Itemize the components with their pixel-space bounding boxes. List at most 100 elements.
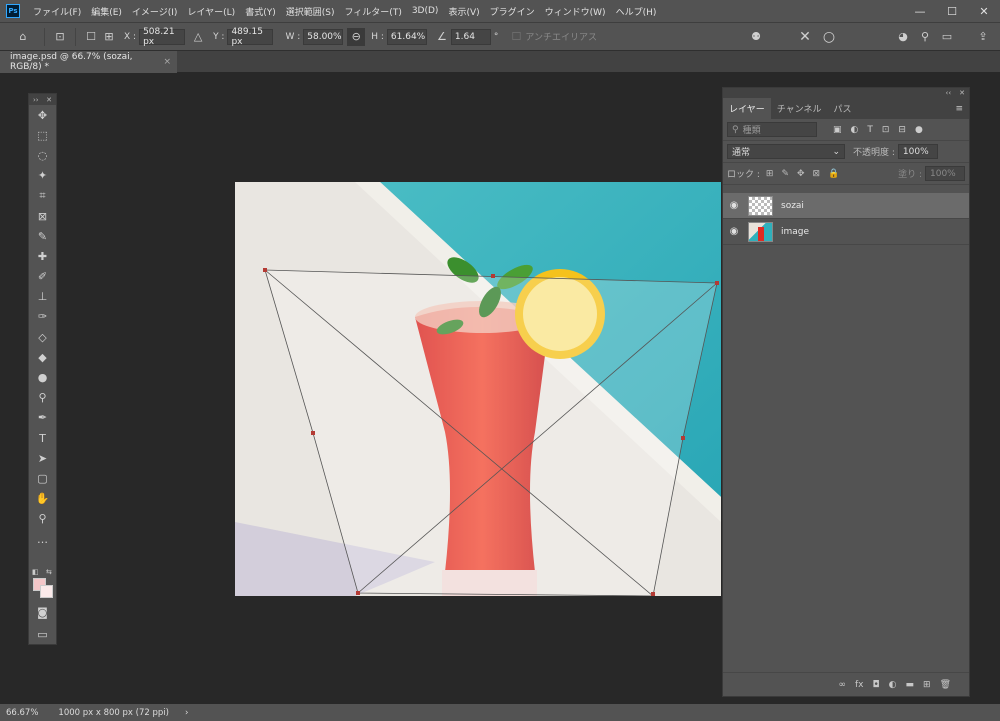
default-colors-icon[interactable]: ◧ xyxy=(32,568,39,576)
visibility-eye-icon[interactable]: ◉ xyxy=(723,200,745,211)
visibility-eye-icon[interactable]: ◉ xyxy=(723,226,745,237)
status-arrow-icon[interactable]: › xyxy=(185,708,188,718)
link-aspect-icon[interactable]: ⊖ xyxy=(347,27,366,46)
marquee-tool-icon[interactable]: ⬚ xyxy=(29,125,56,145)
minimize-button[interactable]: — xyxy=(904,0,936,22)
layer-kind-filter[interactable]: ⚲ 種類 xyxy=(727,122,817,137)
panel-menu-icon[interactable]: ≡ xyxy=(949,98,969,119)
menu-3d[interactable]: 3D(D) xyxy=(407,6,444,16)
tab-paths[interactable]: パス xyxy=(827,98,857,119)
menu-filter[interactable]: フィルター(T) xyxy=(339,5,406,18)
warp-icon[interactable]: ⚉ xyxy=(747,28,765,46)
pen-tool-icon[interactable]: ✒ xyxy=(29,408,56,428)
layer-row-sozai[interactable]: ◉ sozai xyxy=(723,193,969,219)
collapse-icon[interactable]: ‹‹ xyxy=(946,89,952,97)
lock-transparent-icon[interactable]: ⊞ xyxy=(766,169,774,179)
dodge-tool-icon[interactable]: ⚲ xyxy=(29,388,56,408)
tab-layers[interactable]: レイヤー xyxy=(723,98,771,119)
close-tab-icon[interactable]: × xyxy=(163,57,171,67)
brush-tool-icon[interactable]: ✐ xyxy=(29,267,56,287)
stamp-tool-icon[interactable]: ⊥ xyxy=(29,287,56,307)
menu-type[interactable]: 書式(Y) xyxy=(240,5,281,18)
more-tools-icon[interactable]: … xyxy=(29,529,56,549)
tab-channels[interactable]: チャンネル xyxy=(771,98,828,119)
menu-window[interactable]: ウィンドウ(W) xyxy=(540,5,611,18)
tools-panel-header[interactable]: ›› ✕ xyxy=(29,94,56,105)
reference-grid-icon[interactable]: ⊞ xyxy=(100,28,118,46)
opacity-input[interactable]: 100% xyxy=(897,144,938,159)
new-layer-icon[interactable]: ⊞ xyxy=(923,680,931,690)
eyedropper-tool-icon[interactable]: ✎ xyxy=(29,226,56,246)
blur-tool-icon[interactable]: ● xyxy=(29,367,56,387)
filter-type-icon[interactable]: T xyxy=(867,125,873,135)
h-input[interactable]: 61.64% xyxy=(386,28,427,45)
crop-tool-icon[interactable]: ⌗ xyxy=(29,186,56,206)
menu-select[interactable]: 選択範囲(S) xyxy=(281,5,340,18)
mask-icon[interactable]: ◘ xyxy=(873,680,880,690)
filter-toggle-icon[interactable]: ● xyxy=(915,125,923,135)
document-tab[interactable]: image.psd @ 66.7% (sozai, RGB/8) * × xyxy=(0,51,177,73)
frame-tool-icon[interactable]: ⊠ xyxy=(29,206,56,226)
close-panel-icon[interactable]: ✕ xyxy=(959,89,965,97)
delta-icon[interactable]: △ xyxy=(189,28,207,46)
workspace-icon[interactable]: ▭ xyxy=(938,28,956,46)
lock-artboard-icon[interactable]: ⊠ xyxy=(813,169,821,179)
lock-pixels-icon[interactable]: ✎ xyxy=(781,169,789,179)
magic-wand-tool-icon[interactable]: ✦ xyxy=(29,166,56,186)
menu-view[interactable]: 表示(V) xyxy=(443,5,484,18)
healing-tool-icon[interactable]: ✚ xyxy=(29,246,56,266)
folder-icon[interactable]: ▬ xyxy=(906,680,915,690)
menu-plugins[interactable]: プラグイン xyxy=(485,5,540,18)
share-icon[interactable]: ⇪ xyxy=(974,28,992,46)
home-icon[interactable]: ⌂ xyxy=(14,28,32,46)
fill-input[interactable]: 100% xyxy=(925,166,965,181)
fx-icon[interactable]: fx xyxy=(855,680,864,690)
lock-position-icon[interactable]: ✥ xyxy=(797,169,805,179)
filter-adjustment-icon[interactable]: ◐ xyxy=(851,125,859,135)
document-canvas[interactable] xyxy=(235,182,721,596)
reference-point-icon[interactable]: ⊡ xyxy=(51,28,69,46)
commit-transform-icon[interactable]: ○ xyxy=(820,28,838,46)
cancel-transform-icon[interactable]: ✕ xyxy=(796,28,814,46)
zoom-tool-icon[interactable]: ⚲ xyxy=(29,509,56,529)
layer-name[interactable]: image xyxy=(781,227,809,237)
move-tool-icon[interactable]: ✥ xyxy=(29,105,56,125)
path-select-tool-icon[interactable]: ➤ xyxy=(29,448,56,468)
zoom-level[interactable]: 66.67% xyxy=(6,708,38,718)
type-tool-icon[interactable]: T xyxy=(29,428,56,448)
link-icon[interactable]: ∞ xyxy=(839,680,847,690)
blend-mode-select[interactable]: 通常 ⌄ xyxy=(727,144,845,159)
hand-tool-icon[interactable]: ✋ xyxy=(29,489,56,509)
layer-name[interactable]: sozai xyxy=(781,201,804,211)
filter-smart-icon[interactable]: ⊟ xyxy=(898,125,906,135)
history-brush-tool-icon[interactable]: ✑ xyxy=(29,307,56,327)
menu-image[interactable]: イメージ(I) xyxy=(127,5,183,18)
menu-layer[interactable]: レイヤー(L) xyxy=(182,5,240,18)
filter-pixel-icon[interactable]: ▣ xyxy=(833,125,842,135)
angle-input[interactable]: 1.64 xyxy=(450,28,491,45)
menu-help[interactable]: ヘルプ(H) xyxy=(611,5,662,18)
w-input[interactable]: 58.00% xyxy=(303,28,344,45)
paint-bucket-tool-icon[interactable]: ◆ xyxy=(29,347,56,367)
y-input[interactable]: 489.15 px xyxy=(227,27,274,47)
adjustment-icon[interactable]: ◐ xyxy=(889,680,897,690)
share-user-icon[interactable]: ◕ xyxy=(894,28,912,46)
reference-point-checkbox[interactable]: ☐ xyxy=(82,28,100,46)
lock-all-icon[interactable]: 🔒 xyxy=(828,169,839,179)
menu-edit[interactable]: 編集(E) xyxy=(86,5,127,18)
layer-row-image[interactable]: ◉ image xyxy=(723,219,969,245)
screen-mode-icon[interactable]: ▭ xyxy=(29,624,56,644)
trash-icon[interactable]: 🗑 xyxy=(940,680,951,690)
shape-tool-icon[interactable]: ▢ xyxy=(29,468,56,488)
antialias-checkbox[interactable]: ☐ xyxy=(507,28,525,46)
search-icon[interactable]: ⚲ xyxy=(916,28,934,46)
eraser-tool-icon[interactable]: ◇ xyxy=(29,327,56,347)
close-panel-icon[interactable]: ✕ xyxy=(46,96,52,104)
close-window-button[interactable]: ✕ xyxy=(968,0,1000,22)
quick-mask-icon[interactable]: ◙ xyxy=(29,602,56,622)
maximize-button[interactable]: ☐ xyxy=(936,0,968,22)
menu-file[interactable]: ファイル(F) xyxy=(28,5,86,18)
panel-header[interactable]: ‹‹ ✕ xyxy=(723,88,969,98)
expand-icon[interactable]: ›› xyxy=(33,96,39,104)
background-color-swatch[interactable] xyxy=(40,585,53,598)
